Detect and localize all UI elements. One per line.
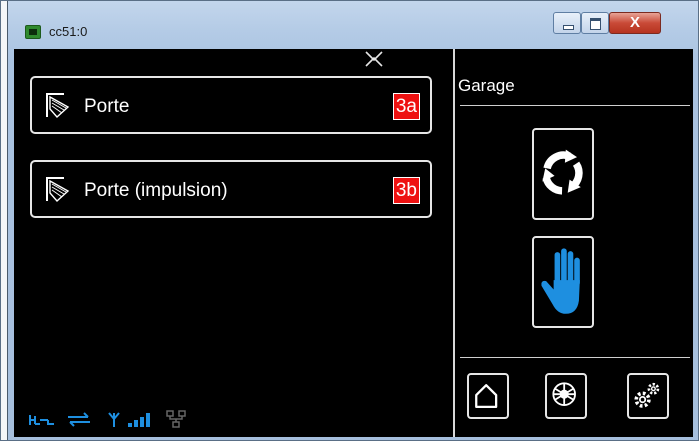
refresh-icon	[542, 149, 583, 195]
app-window: cc51:0 X Porte 3a Porte (impulsion) 3b G…	[0, 0, 699, 441]
stop-button[interactable]	[532, 236, 594, 328]
sync-arrows-icon	[68, 412, 90, 427]
garage-door-icon	[46, 93, 70, 118]
maximize-button[interactable]	[581, 12, 609, 34]
minimize-button[interactable]	[553, 12, 581, 34]
app-icon	[25, 25, 41, 39]
antenna-icon	[108, 412, 120, 427]
home-button[interactable]	[467, 373, 509, 419]
garage-door-icon	[46, 177, 70, 202]
app-content: Porte 3a Porte (impulsion) 3b Garage	[14, 49, 693, 437]
nav-divider	[460, 357, 690, 358]
device-label: Porte	[84, 96, 130, 117]
reference-badge: 3a	[392, 93, 420, 120]
settings-gears-icon	[634, 382, 660, 408]
refresh-button[interactable]	[532, 128, 594, 220]
close-icon: X	[629, 14, 640, 31]
home-icon	[475, 384, 498, 408]
device-button-porte-impulsion[interactable]: Porte (impulsion) 3b	[30, 160, 432, 218]
signal-bars-icon	[128, 413, 150, 427]
device-button-porte[interactable]: Porte 3a	[30, 76, 432, 134]
lan-icon	[166, 410, 186, 428]
radar-button[interactable]	[545, 373, 587, 419]
title-bar[interactable]: cc51:0 X	[7, 1, 698, 49]
room-title-divider	[460, 105, 690, 106]
window-title: cc51:0	[49, 24, 88, 39]
status-bar	[28, 409, 238, 431]
settings-button[interactable]	[627, 373, 669, 419]
close-button[interactable]: X	[609, 12, 661, 34]
collapse-icon[interactable]	[363, 50, 385, 68]
room-title: Garage	[458, 76, 515, 95]
network-link-icon	[29, 415, 54, 425]
radar-icon	[552, 382, 576, 406]
device-label: Porte (impulsion)	[84, 180, 228, 201]
stop-hand-icon	[541, 248, 580, 314]
window-left-edge	[1, 1, 8, 440]
panel-divider	[453, 49, 455, 437]
reference-badge: 3b	[392, 177, 420, 204]
